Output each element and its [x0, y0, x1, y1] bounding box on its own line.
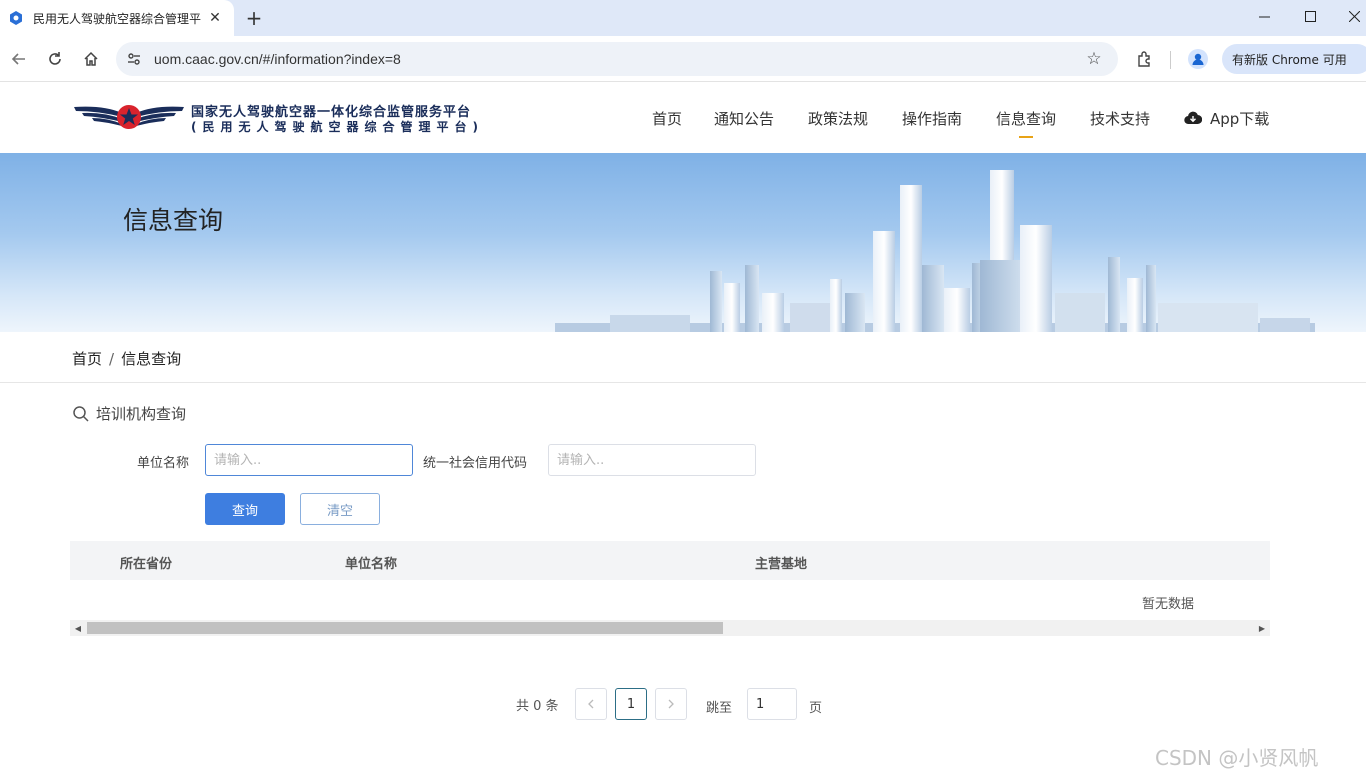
credit-code-label: 统一社会信用代码 [423, 456, 528, 471]
scroll-left-icon[interactable]: ◀ [73, 623, 83, 633]
breadcrumb-home[interactable]: 首页 [72, 348, 102, 369]
search-panel-title-text: 培训机构查询 [96, 405, 187, 423]
banner-title: 信息查询 [123, 206, 224, 235]
breadcrumb-divider [0, 382, 1366, 383]
reload-icon[interactable] [40, 44, 70, 74]
browser-tab[interactable]: 民用无人驾驶航空器综合管理平 ✕ [0, 0, 234, 36]
nav-tech-support[interactable]: 技术支持 [1090, 108, 1150, 129]
column-unit-name: 单位名称 [345, 557, 398, 572]
site-header: 国家无人驾驶航空器一体化综合监管服务平台 (民用无人驾驶航空器综合管理平台) 首… [0, 83, 1366, 153]
bookmark-star-icon[interactable]: ☆ [1082, 47, 1106, 71]
site-favicon-icon [8, 10, 24, 26]
breadcrumb: 首页 / 信息查询 [72, 348, 181, 369]
prev-page-button[interactable] [575, 688, 607, 720]
city-skyline-illustration [555, 170, 1315, 332]
csdn-watermark: CSDN @小贤风帆 [1155, 746, 1319, 770]
jump-page-input[interactable] [747, 688, 797, 720]
page-banner: 信息查询 [0, 153, 1366, 332]
tab-close-icon[interactable]: ✕ [206, 9, 224, 27]
credit-code-input[interactable] [548, 444, 756, 476]
breadcrumb-current: 信息查询 [121, 350, 182, 368]
search-panel-title: 培训机构查询 [72, 403, 186, 424]
scrollbar-thumb[interactable] [87, 622, 723, 634]
nav-policies[interactable]: 政策法规 [808, 108, 868, 129]
unit-name-input[interactable] [205, 444, 413, 476]
logo-title-line2: (民用无人驾驶航空器综合管理平台) [191, 120, 484, 134]
window-close-icon[interactable] [1328, 0, 1366, 32]
search-icon [72, 405, 90, 423]
query-button[interactable]: 查询 [205, 493, 285, 525]
table-horizontal-scrollbar[interactable]: ◀ ▶ [70, 620, 1270, 636]
back-arrow-icon[interactable] [4, 44, 34, 74]
table-empty-text: 暂无数据 [1142, 597, 1195, 612]
app-download-label: App下载 [1210, 110, 1270, 128]
jump-to-label: 跳至 [706, 701, 733, 716]
column-province: 所在省份 [120, 557, 173, 572]
window-minimize-icon[interactable] [1238, 0, 1290, 32]
address-bar[interactable]: uom.caac.gov.cn/#/information?index=8 ☆ [116, 42, 1118, 76]
table-header: 所在省份 单位名称 主营基地 [70, 541, 1270, 580]
profile-avatar-icon[interactable] [1183, 44, 1213, 74]
chevron-right-icon [668, 699, 674, 709]
jump-page-suffix: 页 [809, 701, 823, 716]
next-page-button[interactable] [655, 688, 687, 720]
caac-wings-logo-icon[interactable] [74, 97, 184, 137]
nav-home[interactable]: 首页 [652, 108, 682, 129]
url-text[interactable]: uom.caac.gov.cn/#/information?index=8 [154, 51, 401, 67]
nav-notices[interactable]: 通知公告 [714, 108, 774, 129]
cloud-download-icon [1184, 111, 1204, 127]
browser-tabstrip: 民用无人驾驶航空器综合管理平 ✕ + [0, 0, 1366, 36]
extensions-icon[interactable] [1130, 44, 1160, 74]
chevron-left-icon [588, 699, 594, 709]
nav-app-download[interactable]: App下载 [1184, 108, 1269, 129]
pagination-total: 共 0 条 [516, 699, 559, 714]
nav-guides[interactable]: 操作指南 [902, 108, 962, 129]
new-tab-icon[interactable]: + [242, 6, 266, 30]
browser-toolbar: uom.caac.gov.cn/#/information?index=8 ☆ … [0, 36, 1366, 82]
column-main-base: 主营基地 [755, 557, 808, 572]
home-icon[interactable] [76, 44, 106, 74]
breadcrumb-separator: / [109, 349, 115, 368]
unit-name-label: 单位名称 [137, 456, 190, 471]
page-number-button[interactable]: 1 [615, 688, 647, 720]
tab-title: 民用无人驾驶航空器综合管理平 [33, 11, 202, 26]
nav-info-query[interactable]: 信息查询 [996, 108, 1056, 138]
toolbar-divider [1170, 51, 1171, 69]
chrome-update-button[interactable]: 有新版 Chrome 可用 [1222, 44, 1366, 74]
scroll-right-icon[interactable]: ▶ [1257, 623, 1267, 633]
site-info-icon[interactable] [120, 45, 148, 73]
clear-button[interactable]: 清空 [300, 493, 380, 525]
